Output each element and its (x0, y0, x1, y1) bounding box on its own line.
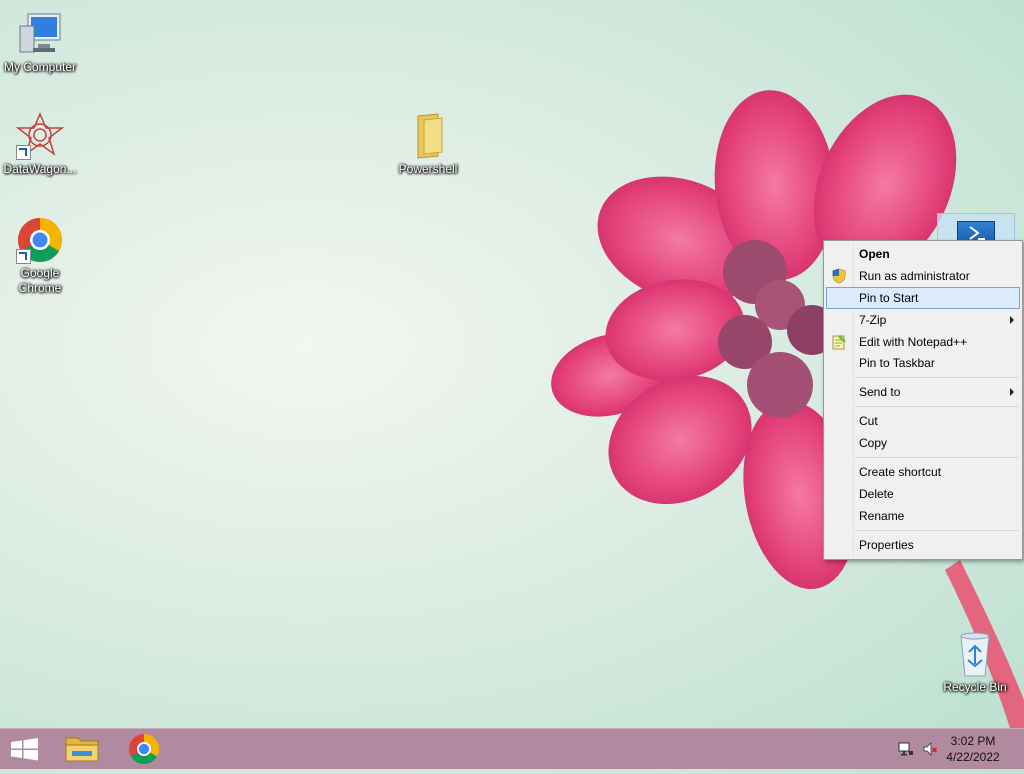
volume-muted-icon[interactable] (922, 741, 938, 757)
menu-item-copy[interactable]: Copy (826, 432, 1020, 454)
menu-item-label: Copy (859, 436, 888, 450)
menu-item-label: Run as administrator (859, 269, 970, 283)
taskbar-file-explorer-button[interactable] (56, 729, 112, 769)
menu-item-label: Open (859, 247, 890, 261)
desktop-icon-powershell-folder[interactable]: Powershell (388, 112, 468, 177)
menu-item-cut[interactable]: Cut (826, 410, 1020, 432)
network-icon[interactable] (898, 741, 914, 757)
menu-item-create-shortcut[interactable]: Create shortcut (826, 461, 1020, 483)
notepad-plus-plus-icon (831, 334, 847, 350)
menu-item-label: Create shortcut (859, 465, 942, 479)
menu-item-open[interactable]: Open (826, 243, 1020, 265)
menu-item-rename[interactable]: Rename (826, 505, 1020, 527)
start-button[interactable] (0, 729, 56, 769)
menu-item-label: 7-Zip (859, 313, 887, 327)
context-menu: Open Run as administrator Pin to Start 7… (823, 240, 1023, 560)
desktop-icon-datawagon[interactable]: DataWagon... (0, 112, 80, 177)
desktop-icon-label: Google Chrome (18, 266, 62, 295)
shortcut-arrow-icon (16, 145, 31, 160)
submenu-arrow-icon (1010, 388, 1014, 396)
menu-item-run-as-administrator[interactable]: Run as administrator (826, 265, 1020, 287)
my-computer-icon (16, 10, 64, 58)
menu-item-edit-with-notepad-plus-plus[interactable]: Edit with Notepad++ (826, 331, 1020, 353)
desktop-icon-label: Powershell (398, 162, 458, 176)
menu-separator (855, 530, 1019, 531)
menu-item-properties[interactable]: Properties (826, 534, 1020, 556)
chrome-icon (129, 734, 160, 765)
menu-item-7-zip[interactable]: 7-Zip (826, 309, 1020, 331)
menu-item-pin-to-taskbar[interactable]: Pin to Taskbar (826, 352, 1020, 374)
menu-item-send-to[interactable]: Send to (826, 381, 1020, 403)
desktop-icon-label: Recycle Bin (943, 680, 1007, 694)
menu-separator (855, 377, 1019, 378)
chrome-icon (16, 216, 64, 264)
menu-item-delete[interactable]: Delete (826, 483, 1020, 505)
datawagon-icon (15, 112, 65, 160)
desktop-icon-label: DataWagon... (3, 162, 77, 176)
clock-time: 3:02 PM (950, 734, 996, 748)
taskbar-chrome-button[interactable] (116, 729, 172, 769)
submenu-arrow-icon (1010, 316, 1014, 324)
menu-item-pin-to-start[interactable]: Pin to Start (826, 287, 1020, 309)
menu-separator (855, 457, 1019, 458)
taskbar: 3:02 PM 4/22/2022 (0, 728, 1024, 769)
folder-icon (404, 112, 452, 160)
shortcut-arrow-icon (16, 249, 31, 264)
recycle-bin-icon (951, 630, 999, 678)
menu-item-label: Send to (859, 385, 901, 399)
desktop-icon-google-chrome[interactable]: Google Chrome (0, 216, 80, 296)
desktop-icon-recycle-bin[interactable]: Recycle Bin (935, 630, 1015, 695)
uac-shield-icon (831, 268, 847, 284)
file-explorer-icon (65, 737, 99, 762)
desktop-icon-label: My Computer (3, 60, 77, 74)
menu-item-label: Properties (859, 538, 914, 552)
taskbar-clock[interactable]: 3:02 PM 4/22/2022 (938, 733, 1008, 765)
menu-item-label: Edit with Notepad++ (859, 335, 968, 349)
menu-separator (855, 406, 1019, 407)
menu-item-label: Pin to Start (859, 291, 919, 305)
menu-item-label: Cut (859, 414, 878, 428)
menu-item-label: Pin to Taskbar (859, 356, 935, 370)
menu-item-label: Rename (859, 509, 905, 523)
menu-item-label: Delete (859, 487, 894, 501)
desktop-icon-my-computer[interactable]: My Computer (0, 10, 80, 75)
windows-start-icon (11, 738, 38, 761)
clock-date: 4/22/2022 (946, 750, 1000, 764)
